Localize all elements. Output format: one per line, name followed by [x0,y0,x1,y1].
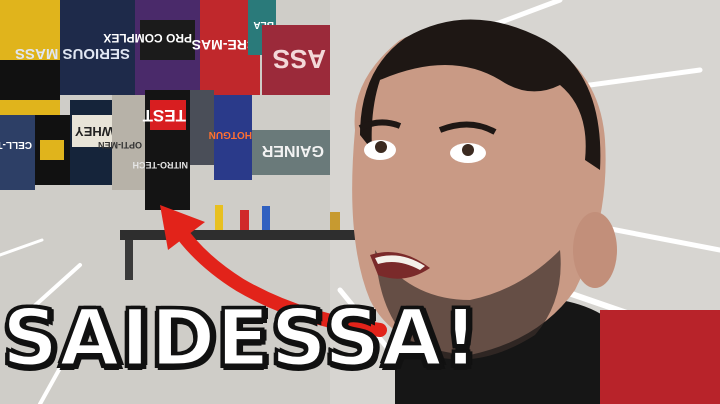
ear [573,212,617,288]
cre-mass-label: CRE-MAS [192,37,257,53]
figurine [240,210,249,230]
hotgun-label: HOTGUN [209,129,252,140]
whey-label: WHEY [75,124,114,139]
nitro-tech-label: NITRO-TECH [133,160,189,170]
supplement-tub-band [0,60,60,100]
shelf-bracket [125,240,133,280]
test-label: TEST [142,106,186,125]
figurine [330,212,340,230]
wall-shelf [120,230,380,240]
supplement-tub-blue [0,115,35,190]
opti-men-label: OPTI-MEN [98,140,142,150]
figurine [215,205,223,230]
right-pupil [462,144,474,156]
supplement-tub-label-yellow [40,140,64,160]
thumbnail-caption: SAIDESSA! [0,294,480,384]
figurine [262,206,270,230]
red-chair [600,310,720,404]
pro-complex-label: PRO COMPLEX [103,31,192,45]
video-thumbnail: SERIOUS MASS PRO COMPLEX CRE-MAS BLA ASS… [0,0,720,404]
gainer-label: GAINER [261,142,324,159]
cell-tech-label: CELL-TECH [0,139,32,150]
left-pupil [375,141,387,153]
ass-label: ASS [273,44,326,74]
serious-mass-label: SERIOUS MASS [15,45,130,62]
supplement-bottle-slate [190,90,214,165]
